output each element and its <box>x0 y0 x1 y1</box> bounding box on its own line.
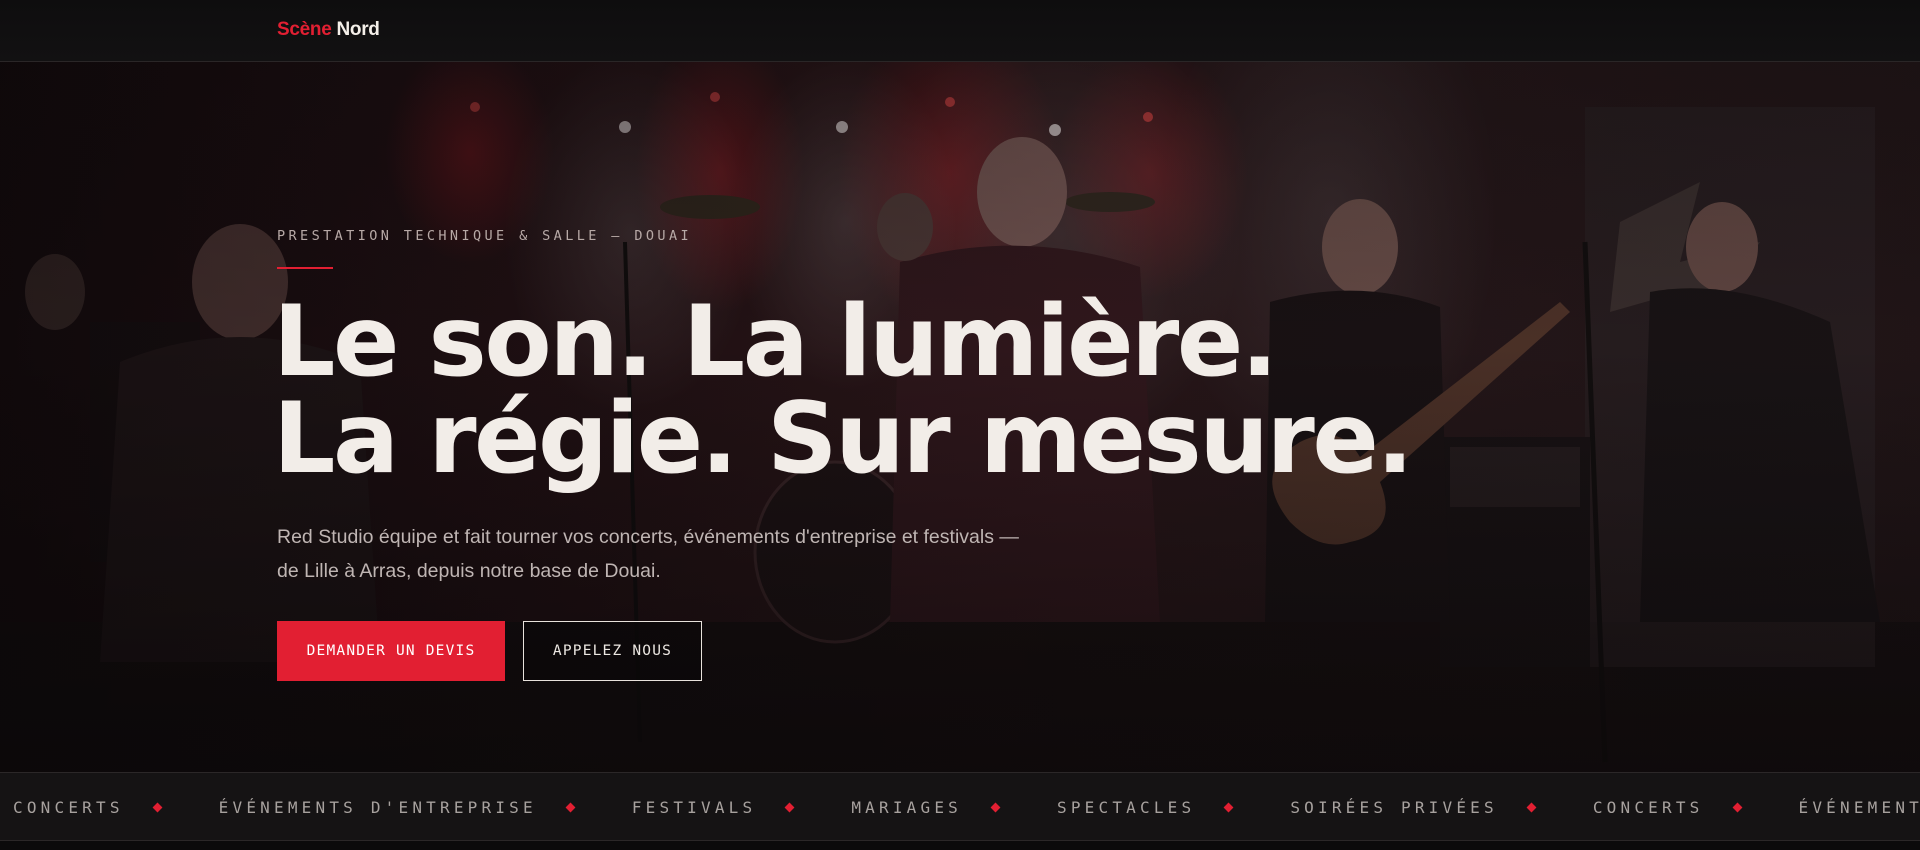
site-header: Scène Nord <box>0 0 1920 62</box>
diamond-separator-icon <box>1223 802 1234 813</box>
logo-word-nord: Nord <box>336 19 380 40</box>
hero-headline: Le son. La lumière. La régie. Sur mesure… <box>273 285 1573 496</box>
page-bottom-strip <box>0 841 1920 850</box>
services-ticker: CONCERTS ÉVÉNEMENTS D'ENTREPRISE FESTIVA… <box>0 772 1920 841</box>
eyebrow-accent-rule <box>277 267 333 269</box>
ticker-item: CONCERTS <box>13 798 124 817</box>
diamond-separator-icon <box>152 802 163 813</box>
ticker-item: FESTIVALS <box>631 798 757 817</box>
ticker-item: SPECTACLES <box>1057 798 1196 817</box>
ticker-item: CONCERTS <box>1592 798 1704 817</box>
headline-line-1: Le son. La lumière. <box>273 285 1278 399</box>
diamond-separator-icon <box>565 802 576 813</box>
diamond-separator-icon <box>1526 802 1537 813</box>
hero-eyebrow: PRESTATION TECHNIQUE & SALLE — DOUAI <box>277 228 692 244</box>
ticker-track: CONCERTS ÉVÉNEMENTS D'ENTREPRISE FESTIVA… <box>13 773 1920 840</box>
hero-content: PRESTATION TECHNIQUE & SALLE — DOUAI Le … <box>273 62 1577 772</box>
hero-subtitle: Red Studio équipe et fait tourner vos co… <box>277 526 1019 582</box>
ticker-item: MARIAGES <box>851 798 962 817</box>
call-us-button[interactable]: APPELEZ NOUS <box>523 621 702 681</box>
ticker-item: SOIRÉES PRIVÉES <box>1290 798 1498 817</box>
diamond-separator-icon <box>1732 802 1742 813</box>
request-quote-button[interactable]: DEMANDER UN DEVIS <box>277 621 505 681</box>
logo-word-scene: Scène <box>277 19 332 40</box>
ticker-item: ÉVÉNEMENTS D'ENTREPRISE <box>1798 798 1920 817</box>
site-logo[interactable]: Scène Nord <box>277 19 380 41</box>
hero-section: PRESTATION TECHNIQUE & SALLE — DOUAI Le … <box>0 62 1920 772</box>
diamond-separator-icon <box>784 802 795 813</box>
diamond-separator-icon <box>990 802 1001 813</box>
headline-line-2: La régie. Sur mesure. <box>273 382 1414 496</box>
ticker-item: ÉVÉNEMENTS D'ENTREPRISE <box>218 798 537 817</box>
